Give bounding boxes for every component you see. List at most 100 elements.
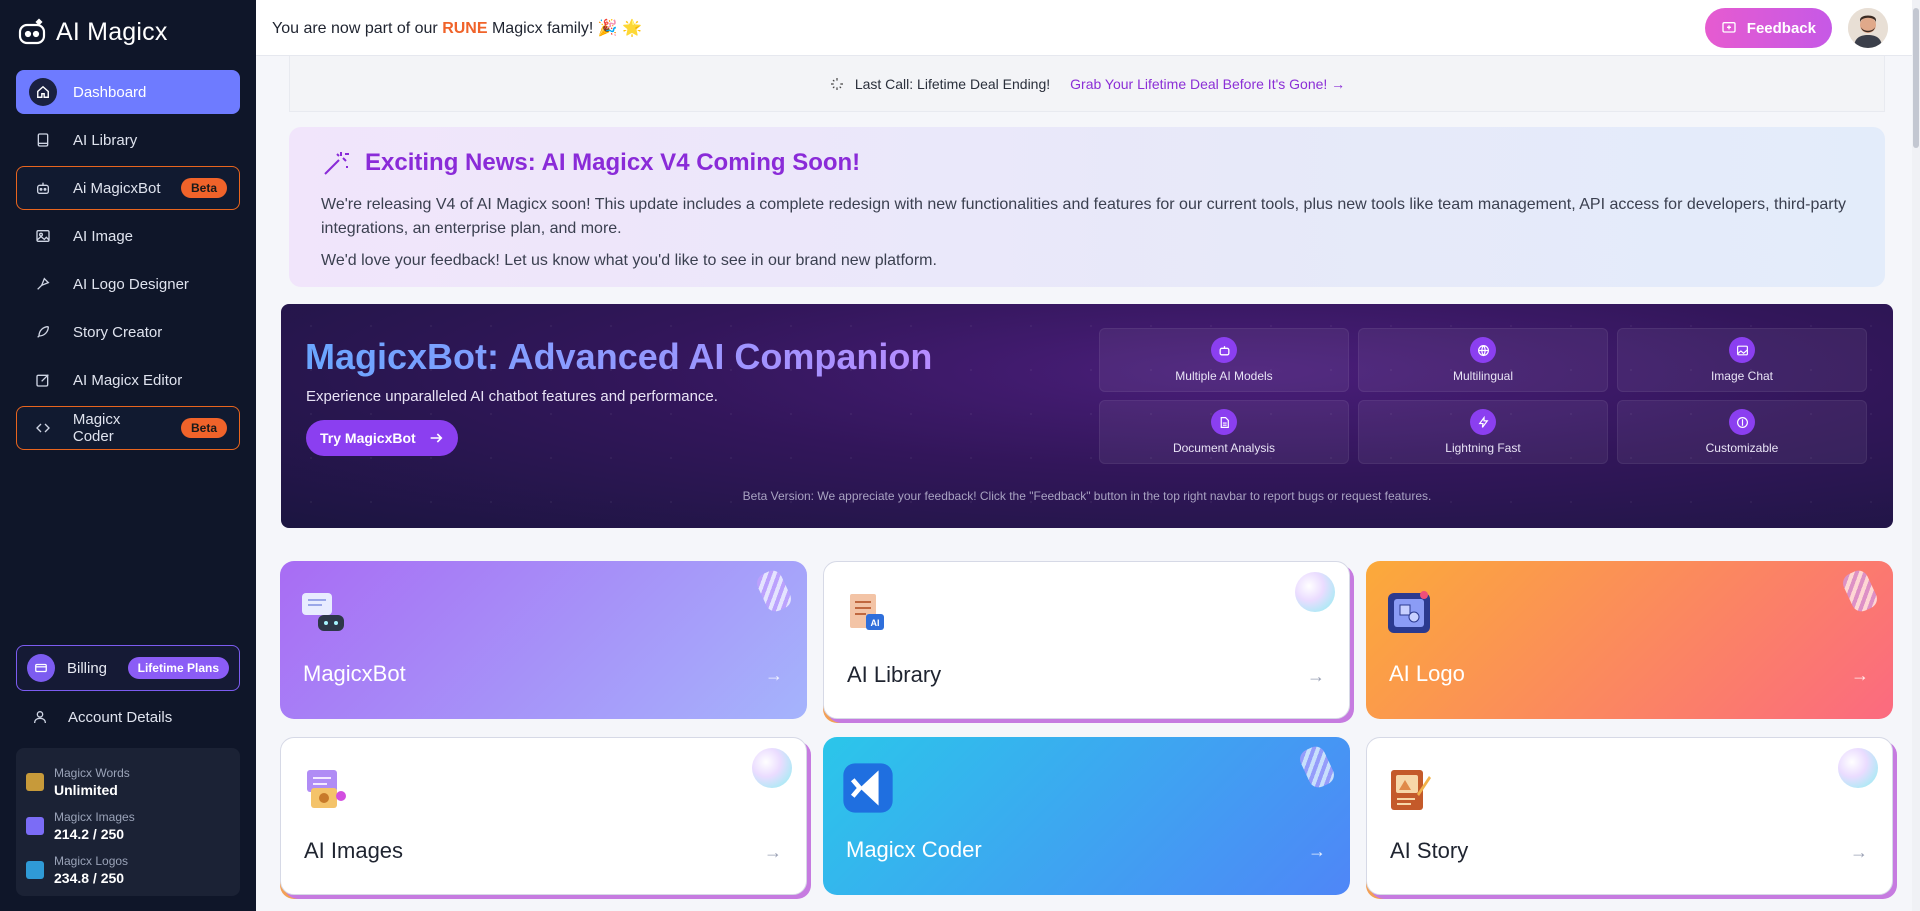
customize-icon [1729,409,1755,435]
feature-tile: Image Chat [1617,328,1867,392]
card-title: Magicx Coder [846,837,982,862]
feature-tile: Lightning Fast [1358,400,1608,464]
bubble-decoration [1295,572,1335,612]
news-banner: Exciting News: AI Magicx V4 Coming Soon!… [289,127,1885,287]
hero-subtitle: Experience unparalleled AI chatbot featu… [306,388,718,405]
brand-name: AI Magicx [56,17,168,46]
card-magicx-coder[interactable]: Magicx Coder → [823,737,1350,895]
billing-label: Billing [67,659,108,677]
announcement-text: You are now part of our RUNE Magicx fami… [272,18,642,38]
card-title: AI Logo [1389,661,1465,686]
beta-badge: Beta [180,418,227,438]
usage-label: Magicx Words [54,766,130,780]
pen-tool-icon [29,270,57,298]
feature-label: Document Analysis [1172,441,1276,455]
feedback-label: Feedback [1746,19,1816,37]
lifetime-plans-badge[interactable]: Lifetime Plans [127,657,229,679]
card-title: MagicxBot [303,661,406,686]
feather-icon [29,318,57,346]
feature-tile: Multiple AI Models [1099,328,1349,392]
sidebar-item-label: AI Magicx Editor [73,371,183,389]
usage-value: Unlimited [54,782,118,798]
card-magicxbot[interactable]: MagicxBot → [280,561,807,719]
feature-label: Multilingual [1452,369,1514,383]
robot-logo-icon [16,16,48,48]
bubble-decoration [752,748,792,788]
sidebar-item-ai-magicx-editor[interactable]: AI Magicx Editor [16,358,240,402]
try-magicxbot-button[interactable]: Try MagicxBot [306,420,458,456]
card-ai-library[interactable]: AI AI Library → [823,561,1350,719]
usage-images: Magicx Images 214.2 / 250 [26,804,230,848]
image-icon [29,222,57,250]
avatar[interactable] [1848,8,1888,48]
sidebar-item-magicx-coder[interactable]: Magicx Coder Beta [16,406,240,450]
feature-grid: Multiple AI Models Multilingual Image Ch… [1099,328,1867,464]
robot-icon [1211,337,1237,363]
usage-logos: Magicx Logos 234.8 / 250 [26,848,230,892]
deal-link[interactable]: Grab Your Lifetime Deal Before It's Gone… [1070,76,1345,92]
arrow-right-icon [430,433,443,443]
card-ai-logo[interactable]: AI Logo → [1366,561,1893,719]
sidebar-item-billing[interactable]: Billing Lifetime Plans [16,645,240,691]
arrow-right-icon: → [1851,665,1869,685]
announcement-suffix: Magicx family! 🎉 🌟 [487,19,643,37]
feature-label: Lightning Fast [1445,441,1521,455]
usage-label: Magicx Images [54,810,135,824]
news-title-row: Exciting News: AI Magicx V4 Coming Soon! [321,143,1853,183]
logos-icon [26,861,44,879]
sidebar-item-story-creator[interactable]: Story Creator [16,310,240,354]
sidebar-item-ai-magicxbot[interactable]: Ai MagicxBot Beta [16,166,240,210]
spring-decoration [1296,743,1338,791]
card-ai-story[interactable]: AI Story → [1366,737,1893,895]
announcement-prefix: You are now part of our [272,19,443,37]
news-feedback: We'd love your feedback! Let us know wha… [321,252,937,269]
feature-label: Multiple AI Models [1175,369,1273,383]
scrollbar-thumb[interactable] [1913,8,1919,148]
arrow-right-icon: → [764,842,782,862]
card-ai-images[interactable]: AI Images → [280,737,807,895]
scrollbar[interactable] [1912,0,1920,911]
sidebar-item-ai-library[interactable]: AI Library [16,118,240,162]
usage-value: 214.2 / 250 [54,826,125,842]
usage-label: Magicx Logos [54,854,129,868]
try-magicxbot-label: Try MagicxBot [320,430,416,446]
sidebar-item-label: AI Library [73,131,138,149]
book-icon [29,126,57,154]
sidebar-item-ai-image[interactable]: AI Image [16,214,240,258]
usage-panel: Magicx Words Unlimited Magicx Images 214… [16,748,240,896]
bubble-decoration [1838,748,1878,788]
account-label: Account Details [68,708,173,726]
sidebar-item-dashboard[interactable]: Dashboard [16,70,240,114]
library-doc-icon: AI [850,594,884,630]
arrow-right-icon: → [1307,666,1325,686]
magic-wand-icon [324,152,349,175]
sparkles-icon [830,77,843,90]
card-title: AI Story [1390,838,1469,863]
deal-text-wrap: Last Call: Lifetime Deal Ending! [829,76,1050,92]
feedback-button[interactable]: Feedback [1704,8,1832,48]
sidebar-item-label: Ai MagicxBot [73,179,161,197]
news-title: Exciting News: AI Magicx V4 Coming Soon! [365,149,861,176]
deal-banner: Last Call: Lifetime Deal Ending! Grab Yo… [289,56,1885,112]
sidebar-item-account-details[interactable]: Account Details [16,695,240,739]
robot-icon [29,174,57,202]
edit-icon [29,366,57,394]
sidebar-item-label: Story Creator [73,323,163,341]
sidebar-item-label: Dashboard [73,83,147,101]
usage-words: Magicx Words Unlimited [26,760,230,804]
sidebar-item-ai-logo-designer[interactable]: AI Logo Designer [16,262,240,306]
feature-label: Customizable [1705,441,1779,455]
image-icon [1729,337,1755,363]
arrow-right-icon: → [1850,842,1868,862]
sidebar: AI Magicx Dashboard AI Library Ai Magicx… [0,0,256,911]
home-icon [29,78,57,106]
card-title: AI Images [304,838,404,863]
vscode-icon [843,763,893,813]
feature-tile: Multilingual [1358,328,1608,392]
deal-text: Last Call: Lifetime Deal Ending! [854,75,1051,92]
tool-cards: MagicxBot → AI AI Library → AI Logo → AI… [280,561,1893,895]
arrow-right-icon: → [1308,841,1326,861]
document-icon [1211,409,1237,435]
story-book-icon [1391,770,1431,810]
brand[interactable]: AI Magicx [16,14,168,50]
